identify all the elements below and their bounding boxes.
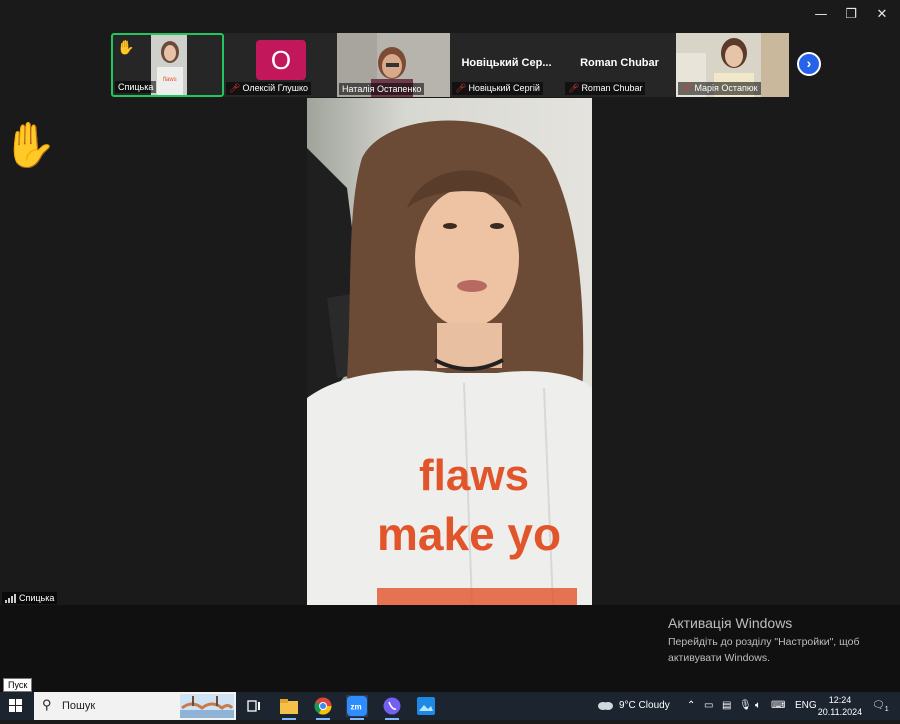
task-view-icon[interactable] [243, 695, 265, 717]
activation-title: Активація Windows [668, 615, 793, 631]
photos-app-icon[interactable] [415, 695, 437, 717]
participant-video: flaws [151, 35, 187, 95]
participant-display-name: Новіцький Сер... [461, 57, 552, 69]
participant-tile-spytska[interactable]: ✋ flaws Спицька [111, 33, 224, 97]
active-speaker-video: flaws make yo [307, 98, 592, 605]
notification-count: 1 [884, 706, 889, 713]
windows-activation-notice: Активація Windows Перейдіть до розділу "… [668, 615, 868, 666]
participant-name: Roman Chubar [581, 83, 643, 93]
windows-start-icon[interactable] [9, 699, 23, 713]
shirt-text-line-2: make yo [377, 508, 561, 560]
raised-hand-icon: ✋ [117, 39, 135, 55]
zoom-icon[interactable]: zm [346, 695, 368, 720]
participant-name: Наталія Остапенко [339, 83, 425, 95]
microphone-icon[interactable]: 🎙︎ [739, 692, 752, 720]
svg-text:flaws: flaws [163, 77, 177, 83]
weather-text[interactable]: 9°C Cloudy [619, 692, 670, 720]
chevron-up-icon[interactable]: ⌃ [687, 692, 695, 720]
network-icon[interactable]: ▭ [704, 692, 713, 720]
minimize-button[interactable]: — [812, 6, 830, 24]
speaker-name-label: Спицька [2, 592, 58, 604]
mic-muted-icon: 🎤︎ [681, 83, 693, 93]
participant-tile-novitskyi[interactable]: Новіцький Сер... 🎤︎ Новіцький Сергій [450, 33, 563, 97]
search-placeholder: Пошук [62, 700, 96, 712]
mic-muted-icon: 🎤︎ [229, 83, 241, 93]
weather-icon[interactable] [597, 692, 613, 720]
participant-name: Олексій Глушко [242, 83, 309, 93]
start-tooltip: Пуск [3, 678, 33, 692]
clock-date: 20.11.2024 [817, 707, 863, 717]
mic-muted-icon: 🎤︎ [568, 83, 580, 93]
participant-tile-hlushko[interactable]: O 🎤︎ Олексій Глушко [224, 33, 337, 97]
file-explorer-icon[interactable] [278, 695, 300, 720]
viber-icon[interactable] [381, 695, 403, 720]
svg-text:zm: zm [351, 703, 362, 712]
search-highlight-image [180, 694, 234, 718]
keyboard-icon[interactable]: ⌨ [771, 692, 785, 720]
chrome-icon[interactable] [312, 695, 334, 720]
participant-tile-chubar[interactable]: Roman Chubar 🎤︎ Roman Chubar [563, 33, 676, 97]
participant-name: Марія Остапюк [694, 83, 758, 93]
shirt-text-line-1: flaws [419, 451, 529, 500]
maximize-button[interactable]: ❐ [842, 6, 860, 24]
raised-hand-icon: ✋ [2, 121, 57, 170]
speaker-image: flaws make yo [307, 98, 592, 605]
notifications-icon[interactable]: 🗨︎1 [872, 692, 889, 720]
participant-strip: ✋ flaws Спицька O 🎤︎ Олексій Глушко Ната… [111, 33, 789, 97]
signal-bars-icon [5, 593, 17, 603]
printer-icon[interactable]: ▤ [722, 692, 731, 720]
participant-tile-ostapiuk[interactable]: 🎤︎ Марія Остапюк [676, 33, 789, 97]
taskbar-search-box[interactable]: ⚲ Пошук [34, 692, 236, 720]
close-button[interactable]: ✕ [873, 6, 891, 24]
participant-name: Спицька [115, 81, 157, 93]
search-icon: ⚲ [42, 697, 52, 712]
taskbar: ⚲ Пошук zm 9°C Cloudy ⌃ ▭ ▤ 🎙︎ 🔈︎ ⌨ ENG … [0, 692, 900, 720]
avatar: O [256, 40, 306, 80]
clock[interactable]: 12:24 20.11.2024 [814, 694, 866, 718]
volume-icon[interactable]: 🔈︎ [755, 692, 761, 720]
participant-name: Новіцький Сергій [468, 83, 540, 93]
chevron-right-icon[interactable]: › [797, 52, 821, 76]
zoom-window: — ❐ ✕ ✋ flaws Спицька O 🎤︎ Олексій Глушко [0, 0, 900, 692]
participant-tile-ostapenko[interactable]: Наталія Остапенко [337, 33, 450, 97]
clock-time: 12:24 [828, 695, 852, 705]
mic-muted-icon: 🎤︎ [455, 83, 467, 93]
activation-text: Перейдіть до розділу "Настройки", щоб ак… [668, 636, 860, 664]
participant-display-name: Roman Chubar [580, 57, 659, 69]
